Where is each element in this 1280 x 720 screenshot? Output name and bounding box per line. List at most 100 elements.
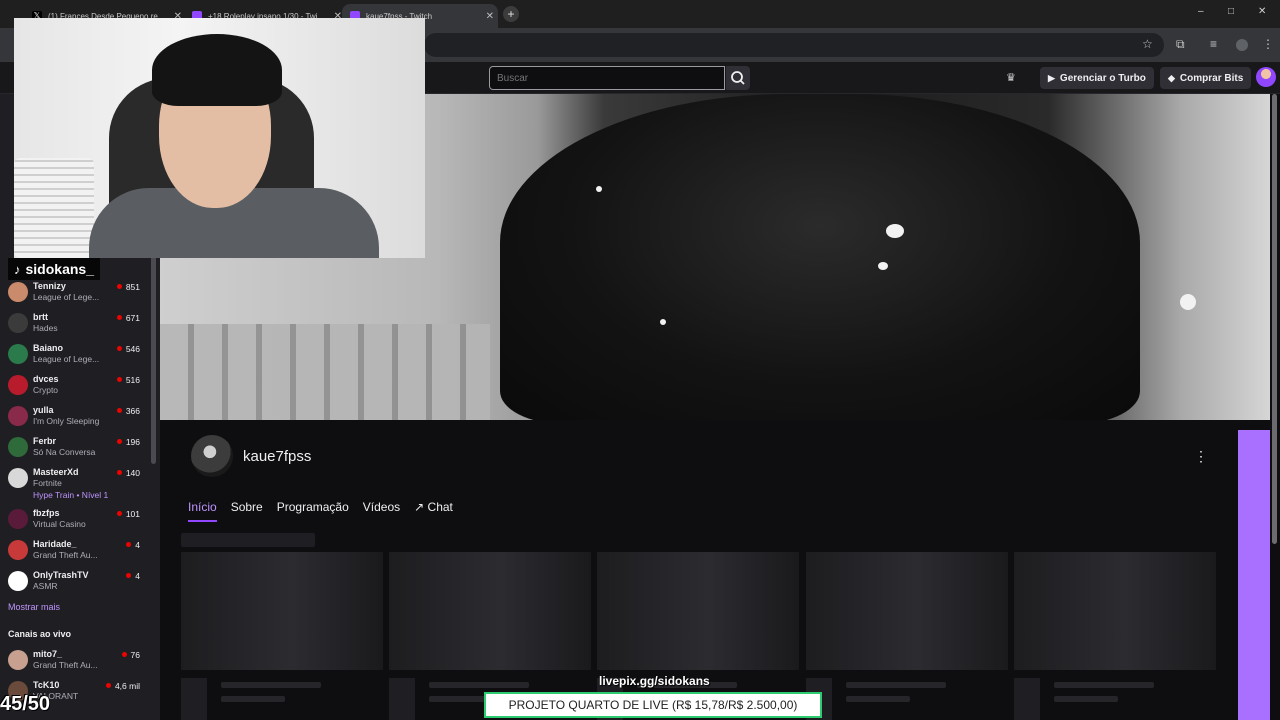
viewer-count: 140 xyxy=(117,468,140,478)
banner-hooded-figure xyxy=(500,94,1140,420)
show-more-link[interactable]: Mostrar mais xyxy=(8,602,60,612)
channel-name: fbzfps xyxy=(33,508,60,518)
tab-inicio[interactable]: Início xyxy=(188,500,217,522)
minimize-icon[interactable]: – xyxy=(1198,6,1204,17)
channel-name: Haridade_ xyxy=(33,539,77,549)
channel-avatar[interactable] xyxy=(191,435,233,477)
sidebar-channel-row[interactable]: Baiano League of Lege... 546 xyxy=(0,339,150,369)
sidebar-channel-row[interactable]: brtt Hades 671 xyxy=(0,308,150,338)
media-icon[interactable]: ≡ xyxy=(1210,37,1217,51)
channel-avatar xyxy=(8,375,28,395)
channel-name: Ferbr xyxy=(33,436,57,446)
viewer-count: 671 xyxy=(117,313,140,323)
turbo-icon: ▶ xyxy=(1048,72,1055,83)
sidebar-channel-row[interactable]: MasteerXd Fortnite 140 Hype Train • Nível 1 xyxy=(0,463,150,500)
sidebar-channel-row[interactable]: mito7_ Grand Theft Au... 76 xyxy=(0,645,150,675)
viewer-count: 851 xyxy=(117,282,140,292)
screen: 𝕏 (1) Frances Desde Pequeno re... ✕ +18 … xyxy=(0,0,1280,720)
webcam-fan xyxy=(14,158,94,258)
sidebar-channel-row[interactable]: yulla I'm Only Sleeping 366 xyxy=(0,401,150,431)
user-avatar[interactable] xyxy=(1256,67,1276,87)
channel-name: brtt xyxy=(33,312,48,322)
sidebar-channel-row[interactable]: dvces Crypto 516 xyxy=(0,370,150,400)
snowflake xyxy=(878,262,888,270)
channel-name: yulla xyxy=(33,405,54,415)
tab-chat-label: Chat xyxy=(427,500,453,514)
viewer-count: 4 xyxy=(126,540,140,550)
manage-turbo-label: Gerenciar o Turbo xyxy=(1059,72,1146,84)
channel-game: Hades xyxy=(33,323,58,333)
video-card-placeholder[interactable] xyxy=(389,552,591,670)
follower-goal-counter: 45/50 xyxy=(0,693,51,715)
title-placeholder xyxy=(846,682,946,688)
viewer-count: 366 xyxy=(117,406,140,416)
sidebar-channel-row[interactable]: OnlyTrashTV ASMR 4 xyxy=(0,566,150,596)
sidebar-channel-row[interactable]: fbzfps Virtual Casino 101 xyxy=(0,504,150,534)
channel-game: ASMR xyxy=(33,581,58,591)
viewer-count: 4 xyxy=(126,571,140,581)
extensions-icon[interactable]: ⧉ xyxy=(1176,37,1185,52)
channel-avatar xyxy=(8,344,28,364)
sidebar-channel-row[interactable]: Haridade_ Grand Theft Au... 4 xyxy=(0,535,150,565)
profile-avatar[interactable] xyxy=(1236,39,1248,51)
viewer-count: 4,6 mil xyxy=(106,681,140,691)
external-arrow-icon: ↗ xyxy=(414,500,425,514)
tiktok-handle: sidokans_ xyxy=(25,261,94,277)
sidebar-channel-row[interactable]: Tennizy League of Lege... 851 xyxy=(0,277,150,307)
channel-avatar xyxy=(8,650,28,670)
address-bar[interactable] xyxy=(424,33,1164,57)
subtitle-placeholder xyxy=(221,696,285,702)
viewer-count: 101 xyxy=(117,509,140,519)
viewer-count: 76 xyxy=(122,650,140,660)
buy-bits-button[interactable]: ◆ Comprar Bits xyxy=(1160,67,1252,89)
page-scrollbar[interactable] xyxy=(1272,94,1277,544)
subtitle-placeholder xyxy=(1054,696,1118,702)
channel-name: OnlyTrashTV xyxy=(33,570,89,580)
video-card-placeholder[interactable] xyxy=(181,552,383,670)
buy-bits-label: Comprar Bits xyxy=(1179,72,1244,84)
webcam-overlay xyxy=(14,18,425,258)
section-title-placeholder xyxy=(181,533,315,547)
new-tab-button[interactable]: + xyxy=(503,6,519,22)
channel-avatar xyxy=(8,540,28,560)
search-input[interactable] xyxy=(489,66,725,90)
tab-programacao[interactable]: Programação xyxy=(277,500,349,522)
tab-sobre[interactable]: Sobre xyxy=(231,500,263,522)
bookmark-star-icon[interactable]: ☆ xyxy=(1142,37,1153,51)
channel-avatar xyxy=(8,437,28,457)
channel-name[interactable]: kaue7fpss xyxy=(243,448,311,465)
channel-game: Crypto xyxy=(33,385,59,395)
channel-game: League of Lege... xyxy=(33,354,100,364)
video-card-placeholder[interactable] xyxy=(1014,552,1216,670)
tiktok-icon: ♪ xyxy=(14,261,21,277)
channel-name: dvces xyxy=(33,374,59,384)
live-channels-header: Canais ao vivo xyxy=(8,629,72,639)
purple-side-strip xyxy=(1238,430,1270,720)
avatar-placeholder xyxy=(181,678,207,720)
sidebar-channel-row[interactable]: Ferbr Só Na Conversa 196 xyxy=(0,432,150,462)
browser-menu-icon[interactable]: ⋮ xyxy=(1262,37,1274,51)
video-meta-placeholder xyxy=(1014,678,1216,720)
video-card-placeholder[interactable] xyxy=(806,552,1008,670)
snowflake xyxy=(596,186,602,192)
maximize-icon[interactable]: □ xyxy=(1228,6,1234,17)
search-button[interactable] xyxy=(726,66,750,90)
hype-train-label: Hype Train • Nível 1 xyxy=(33,490,109,500)
more-options-icon[interactable]: ⋮ xyxy=(1194,448,1208,465)
search-icon xyxy=(731,71,745,85)
banner-buildings xyxy=(160,324,490,420)
tab-chat[interactable]: ↗ Chat xyxy=(414,500,453,522)
viewer-count: 516 xyxy=(117,375,140,385)
subtitle-placeholder xyxy=(846,696,910,702)
title-placeholder xyxy=(221,682,321,688)
avatar-placeholder xyxy=(389,678,415,720)
video-card-placeholder[interactable] xyxy=(597,552,799,670)
close-icon[interactable]: ✕ xyxy=(486,11,494,22)
channel-avatar xyxy=(8,509,28,529)
tab-videos[interactable]: Vídeos xyxy=(363,500,400,522)
manage-turbo-button[interactable]: ▶ Gerenciar o Turbo xyxy=(1040,67,1154,89)
bits-icon: ◆ xyxy=(1168,72,1175,83)
prime-crown-icon[interactable]: ♛ xyxy=(1006,71,1016,84)
channel-game: Virtual Casino xyxy=(33,519,86,529)
close-window-icon[interactable]: ✕ xyxy=(1258,6,1266,17)
